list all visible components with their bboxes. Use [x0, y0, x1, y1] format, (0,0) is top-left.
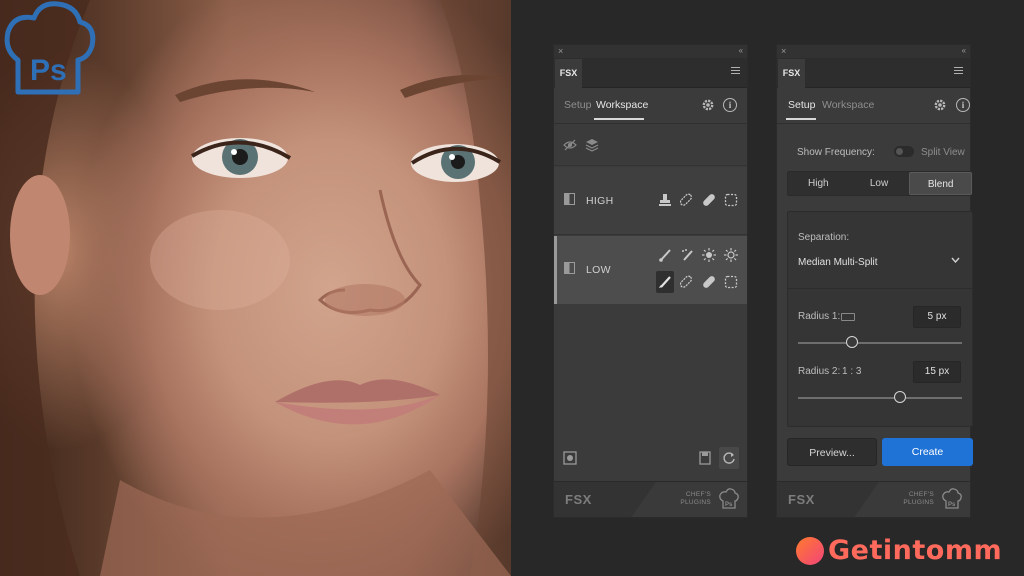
dashed-square-icon[interactable] [724, 193, 738, 207]
active-tab-underline [594, 118, 644, 120]
panel-footer: FSX CHEF'S PLUGINS Ps [777, 481, 970, 517]
separation-label: Separation: [798, 232, 850, 243]
portrait-photo: Ps [0, 0, 511, 576]
chef-hat-icon: Ps [719, 488, 739, 509]
radius2-slider-track[interactable] [798, 397, 962, 399]
ps-badge-text: Ps [30, 54, 67, 87]
hamburger-menu-icon[interactable] [954, 67, 963, 76]
layer-row-high[interactable]: HIGH [554, 167, 747, 235]
segment-low[interactable]: Low [849, 172, 910, 195]
dashed-square-icon[interactable] [724, 275, 738, 289]
ruler-icon [841, 313, 855, 321]
tab-setup[interactable]: Setup [788, 99, 815, 111]
gear-icon[interactable] [701, 98, 715, 112]
layer-visibility-icon[interactable] [564, 262, 575, 274]
panel-titlebar: × ‹‹ [554, 45, 747, 58]
collapse-icon[interactable]: ‹‹ [739, 45, 743, 57]
heal-brush-icon[interactable] [702, 275, 716, 289]
save-icon[interactable] [698, 451, 712, 465]
hamburger-menu-icon[interactable] [731, 67, 740, 76]
layer-visibility-icon[interactable] [564, 193, 575, 205]
close-icon[interactable]: × [781, 45, 786, 57]
tab-fsx[interactable]: FSX [555, 59, 582, 88]
chef-hat-icon: Ps [942, 488, 962, 509]
subtab-bar: Setup Workspace i [777, 88, 970, 124]
panel-tab-row: FSX [554, 58, 747, 88]
sun-icon[interactable] [702, 248, 716, 262]
preview-button[interactable]: Preview... [787, 438, 877, 466]
tab-setup[interactable]: Setup [564, 99, 591, 111]
eye-slash-icon[interactable] [563, 138, 577, 152]
tab-workspace[interactable]: Workspace [596, 99, 648, 111]
bandage-icon[interactable] [680, 275, 694, 289]
radius2-label: Radius 2: [798, 366, 841, 377]
chefs-plugins-text: CHEF'S PLUGINS [903, 491, 934, 506]
layer-row-low[interactable]: LOW [554, 236, 747, 304]
stamp-icon[interactable] [658, 193, 672, 207]
radius2-ratio: 1 : 3 [842, 366, 862, 377]
reset-button[interactable] [719, 447, 739, 469]
footer-fsx-logo: FSX [565, 492, 592, 507]
workspace-toolbar [554, 125, 747, 166]
watermark-text: Getintomm [828, 535, 1003, 566]
brush-icon[interactable] [658, 248, 672, 262]
reset-icon [723, 452, 735, 464]
photoshop-logo-icon: Ps [4, 1, 96, 95]
workspace-footer-tools [554, 440, 747, 480]
radius1-input[interactable]: 5 px [913, 306, 961, 328]
subtab-bar: Setup Workspace i [554, 88, 747, 124]
radius1-slider-track[interactable] [798, 342, 962, 344]
panel-titlebar: × ‹‹ [777, 45, 970, 58]
collapse-icon[interactable]: ‹‹ [962, 45, 966, 57]
info-icon[interactable]: i [723, 98, 737, 112]
radius1-label: Radius 1: [798, 311, 841, 322]
radius2-slider-thumb[interactable] [893, 391, 906, 403]
mask-icon[interactable] [563, 451, 577, 465]
radius2-input[interactable]: 15 px [913, 361, 961, 383]
panel-tab-row: FSX [777, 58, 970, 88]
panel-footer: FSX CHEF'S PLUGINS Ps [554, 481, 747, 517]
show-frequency-label: Show Frequency: [797, 147, 875, 158]
paint-brush-tool-button[interactable] [656, 271, 674, 293]
footer-fsx-logo: FSX [788, 492, 815, 507]
separation-settings-box: Separation: Median Multi-Split Radius 1:… [787, 211, 973, 427]
fsx-setup-panel: × ‹‹ FSX Setup Workspace i Show Frequenc… [776, 44, 973, 518]
brush-dots-icon[interactable] [680, 248, 694, 262]
tab-fsx[interactable]: FSX [778, 59, 805, 88]
brightness-icon[interactable] [724, 248, 738, 262]
fsx-workspace-panel: × ‹‹ FSX Setup Workspace i HIGH LOW FSX … [553, 44, 748, 518]
radius1-slider-thumb[interactable] [846, 336, 859, 348]
frequency-segmented-control: High Low Blend [787, 171, 973, 196]
separation-dropdown[interactable]: Median Multi-Split [798, 257, 877, 268]
layers-icon[interactable] [585, 138, 599, 152]
section-divider [788, 288, 972, 289]
paint-brush-icon [659, 276, 671, 288]
bandage-icon[interactable] [680, 193, 694, 207]
chefs-plugins-text: CHEF'S PLUGINS [680, 491, 711, 506]
gear-icon[interactable] [933, 98, 947, 112]
layer-label-high: HIGH [586, 195, 614, 207]
watermark-icon [796, 537, 824, 565]
screenshot-root: Ps × ‹‹ FSX Setup Workspace i HIGH LOW F… [0, 0, 1024, 576]
create-button[interactable]: Create [882, 438, 973, 466]
tab-workspace[interactable]: Workspace [822, 99, 874, 111]
split-view-label: Split View [921, 147, 965, 158]
split-view-toggle[interactable] [894, 146, 914, 157]
heal-brush-icon[interactable] [702, 193, 716, 207]
svg-text:Ps: Ps [948, 502, 956, 508]
layer-label-low: LOW [586, 264, 611, 276]
svg-text:Ps: Ps [725, 502, 733, 508]
info-icon[interactable]: i [956, 98, 970, 112]
close-icon[interactable]: × [558, 45, 563, 57]
chevron-down-icon[interactable] [951, 257, 960, 263]
segment-blend[interactable]: Blend [909, 172, 973, 195]
segment-high[interactable]: High [788, 172, 849, 195]
active-tab-underline [786, 118, 816, 120]
